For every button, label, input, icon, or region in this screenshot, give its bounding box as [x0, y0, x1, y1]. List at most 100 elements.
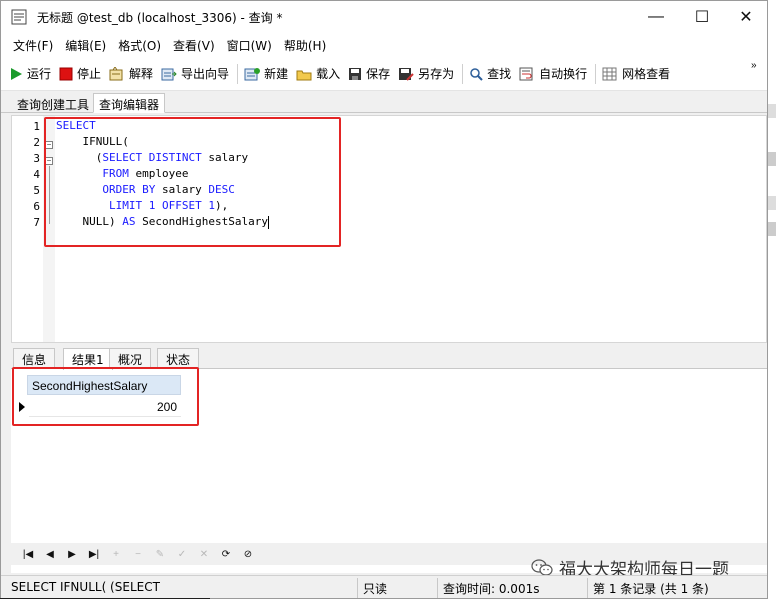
- menu-edit[interactable]: 编辑(E): [59, 37, 112, 54]
- export-label: 导出向导: [181, 67, 230, 81]
- stop-button[interactable]: 停止: [59, 65, 101, 82]
- code-line: (SELECT DISTINCT salary: [56, 150, 248, 166]
- find-button[interactable]: 查找: [469, 65, 511, 82]
- maximize-icon: ☐: [694, 9, 710, 26]
- explain-label: 解释: [129, 67, 154, 81]
- stop-label: 停止: [77, 67, 102, 81]
- sql-text: (: [56, 151, 103, 164]
- line-number: 2: [33, 136, 40, 149]
- explain-icon: [109, 66, 123, 80]
- refresh-icon[interactable]: ⟳: [217, 546, 235, 562]
- sql-keyword: DESC: [208, 183, 235, 196]
- sql-text: SecondHighestSalary: [135, 215, 268, 228]
- grid-icon: [602, 67, 617, 80]
- new-button[interactable]: 新建: [244, 65, 288, 82]
- edit-record-icon[interactable]: ✎: [151, 546, 169, 562]
- app-icon: [11, 9, 27, 25]
- sql-keyword: LIMIT: [108, 199, 143, 212]
- save-button[interactable]: 保存: [348, 65, 390, 82]
- apply-changes-icon[interactable]: ✓: [173, 546, 191, 562]
- fold-toggle-icon[interactable]: −: [45, 157, 53, 165]
- tab-result-1[interactable]: 结果1: [63, 348, 113, 370]
- sql-keyword: ORDER BY: [102, 183, 156, 196]
- load-label: 载入: [316, 67, 341, 81]
- tab-query-builder[interactable]: 查询创建工具: [11, 93, 95, 113]
- sql-keyword: OFFSET: [161, 199, 202, 212]
- folder-icon: [296, 70, 312, 80]
- first-record-icon[interactable]: |◀: [19, 546, 37, 562]
- status-mode: 只读: [363, 582, 388, 596]
- sql-text: employee: [128, 167, 189, 180]
- fold-margin: − −: [43, 116, 55, 342]
- close-button[interactable]: ✕: [723, 1, 767, 33]
- maximize-button[interactable]: ☐: [679, 1, 725, 33]
- sql-keyword: SELECT: [56, 119, 96, 132]
- fold-toggle-icon[interactable]: −: [45, 141, 53, 149]
- result-pane: 信息 结果1 概况 状态 SecondHighestSalary 200: [11, 345, 767, 573]
- last-record-icon[interactable]: ▶|: [85, 546, 103, 562]
- status-divider: [587, 578, 588, 598]
- stop-loading-icon[interactable]: ⊘: [239, 546, 257, 562]
- explain-button[interactable]: 解释: [109, 65, 153, 82]
- word-wrap-icon: [519, 67, 533, 80]
- menu-window[interactable]: 窗口(W): [221, 37, 278, 54]
- add-record-icon[interactable]: +: [107, 546, 125, 562]
- line-number: 6: [33, 200, 40, 213]
- tab-messages[interactable]: 信息: [13, 348, 56, 369]
- export-icon: [161, 68, 177, 80]
- sql-text: salary: [201, 151, 249, 164]
- sql-keyword: FROM: [102, 167, 129, 180]
- line-number: 1: [33, 120, 40, 133]
- sql-text: IFNULL(: [56, 135, 129, 148]
- play-icon: [11, 67, 22, 80]
- load-button[interactable]: 载入: [296, 65, 340, 82]
- code-line: NULL) AS SecondHighestSalary: [56, 214, 269, 230]
- background-fragment: [768, 196, 776, 210]
- toolbar-divider: [595, 63, 597, 84]
- sql-editor[interactable]: 1 2 3 4 5 6 7 − − SELECT IFNULL( (SELECT…: [11, 115, 767, 343]
- grid-view-button[interactable]: 网格查看: [602, 65, 670, 82]
- previous-record-icon[interactable]: ◀: [41, 546, 59, 562]
- status-sql-preview: SELECT IFNULL( (SELECT: [11, 580, 160, 594]
- background-fragment: [768, 152, 776, 166]
- code-line: LIMIT 1 OFFSET 1),: [56, 198, 228, 214]
- word-wrap-button[interactable]: 自动换行: [519, 65, 587, 82]
- new-label: 新建: [264, 67, 289, 81]
- status-query-time: 查询时间: 0.001s: [443, 582, 540, 596]
- toolbar-overflow-icon[interactable]: »: [751, 61, 757, 71]
- menu-format[interactable]: 格式(O): [112, 37, 167, 54]
- line-number: 4: [33, 168, 40, 181]
- toolbar: 运行 停止 解释 导出向导 新建 载入 保存 另存为 查找 自动换行 网格查看 …: [1, 57, 767, 91]
- status-divider: [437, 578, 438, 598]
- line-number: 7: [33, 216, 40, 229]
- line-number: 3: [33, 152, 40, 165]
- code-line: ORDER BY salary DESC: [56, 182, 235, 198]
- save-as-button[interactable]: 另存为: [398, 65, 454, 82]
- minimize-button[interactable]: —: [633, 1, 679, 33]
- tab-profile[interactable]: 概况: [109, 348, 152, 369]
- menu-file[interactable]: 文件(F): [7, 37, 59, 54]
- export-wizard-button[interactable]: 导出向导: [161, 65, 229, 82]
- grid-view-label: 网格查看: [622, 67, 671, 81]
- find-label: 查找: [487, 67, 512, 81]
- text-caret: [267, 215, 269, 229]
- new-query-icon: [244, 67, 261, 80]
- menu-view[interactable]: 查看(V): [167, 37, 221, 54]
- table-cell[interactable]: 200: [29, 397, 181, 417]
- column-header[interactable]: SecondHighestSalary: [27, 375, 181, 395]
- run-button[interactable]: 运行: [9, 65, 51, 82]
- wechat-icon: [531, 558, 553, 576]
- delete-record-icon[interactable]: −: [129, 546, 147, 562]
- line-number-gutter: 1 2 3 4 5 6 7: [12, 116, 42, 342]
- tab-query-editor[interactable]: 查询编辑器: [93, 93, 166, 113]
- toolbar-divider: [462, 63, 464, 84]
- discard-changes-icon[interactable]: ✕: [195, 546, 213, 562]
- menu-help[interactable]: 帮助(H): [278, 37, 332, 54]
- window-title: 无标题 @test_db (localhost_3306) - 查询 *: [37, 11, 283, 25]
- next-record-icon[interactable]: ▶: [63, 546, 81, 562]
- tab-status[interactable]: 状态: [157, 348, 200, 369]
